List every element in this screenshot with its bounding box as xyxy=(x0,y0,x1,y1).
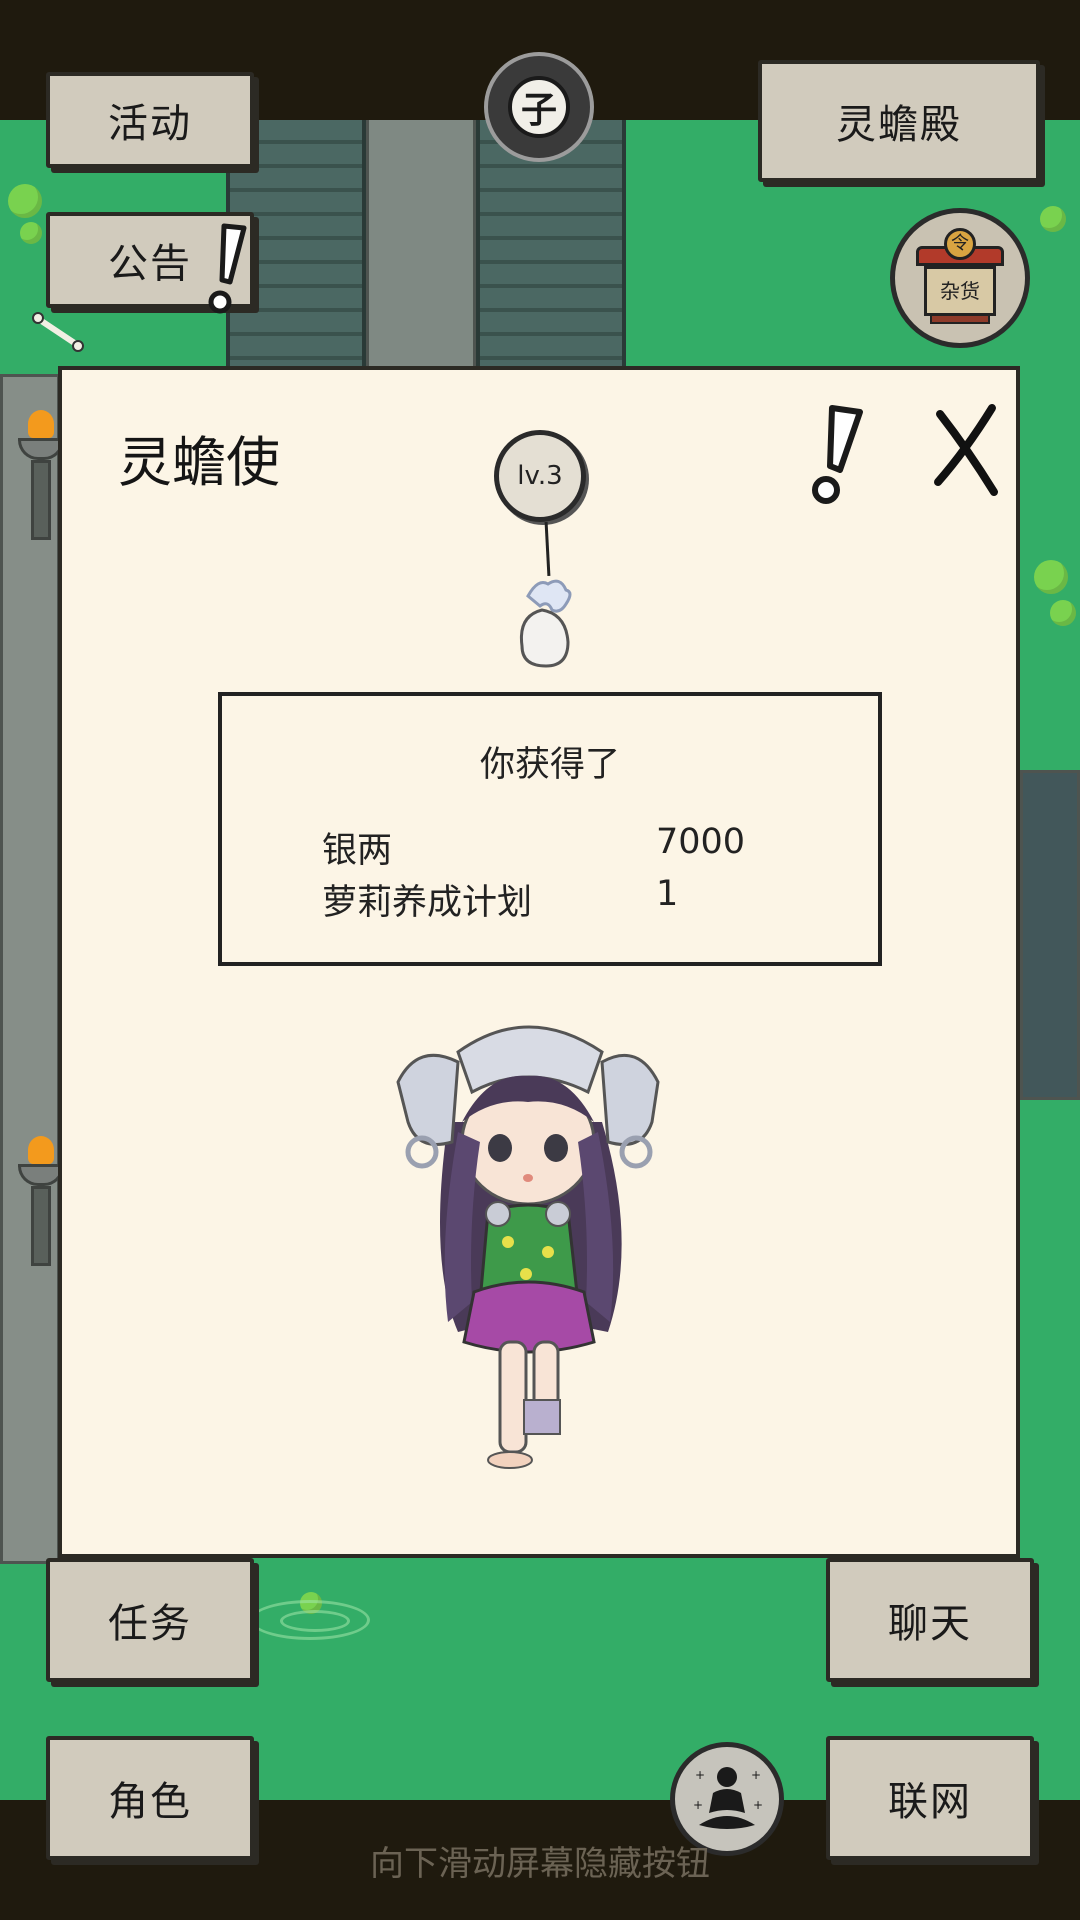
pond-blob xyxy=(20,222,42,244)
shop-sign: 杂货 xyxy=(924,266,996,316)
badge-string xyxy=(544,521,551,577)
exclamation-icon xyxy=(208,223,247,314)
time-symbol: 子 xyxy=(508,76,570,138)
reward-qty: 7000 xyxy=(656,822,746,862)
hide-buttons-hint: 向下滑动屏幕隐藏按钮 xyxy=(370,1844,710,1884)
dialog-title: 灵蟾使 xyxy=(118,431,280,494)
exclamation-icon[interactable] xyxy=(810,400,866,510)
meditate-figure: + + + + xyxy=(693,1767,763,1829)
close-icon[interactable] xyxy=(932,400,1002,500)
pouch-icon xyxy=(519,579,572,668)
reward-qty: 1 xyxy=(656,874,679,914)
right-gate xyxy=(1020,770,1080,1100)
reward-row: 银两 7000 xyxy=(322,822,818,872)
task-button[interactable]: 任务 xyxy=(46,1558,254,1682)
stair-center-ramp xyxy=(366,120,476,370)
bone-icon xyxy=(32,312,84,352)
reward-heading: 你获得了 xyxy=(479,745,620,785)
reward-name: 银两 xyxy=(322,831,393,871)
time-dial-icon[interactable]: 子 xyxy=(484,52,594,162)
svg-text:+: + xyxy=(751,1768,761,1782)
chat-button[interactable]: 聊天 xyxy=(826,1558,1034,1682)
pond-blob xyxy=(1050,600,1076,626)
left-wall xyxy=(0,374,60,1564)
svg-text:+: + xyxy=(693,1798,703,1812)
reward-row: 萝莉养成计划 1 xyxy=(322,874,818,924)
svg-text:+: + xyxy=(695,1768,705,1782)
reward-box: 你获得了 银两 7000 萝莉养成计划 1 xyxy=(218,692,882,966)
activity-button[interactable]: 活动 xyxy=(46,72,254,168)
reward-name: 萝莉养成计划 xyxy=(322,883,533,923)
pond-blob xyxy=(1034,560,1068,594)
reward-dialog: 灵蟾使 lv.3 你获得了 银两 7000 萝莉养成计划 1 xyxy=(58,366,1020,1558)
character-portrait xyxy=(396,1025,660,1469)
hall-button[interactable]: 灵蟾殿 xyxy=(758,60,1040,182)
level-badge-icon: lv.3 xyxy=(494,430,586,522)
pond-blob xyxy=(1040,206,1066,232)
shop-icon[interactable]: 令 杂货 xyxy=(890,208,1030,348)
svg-text:+: + xyxy=(753,1798,763,1812)
shop-sign-top: 令 xyxy=(944,228,976,260)
pond-blob xyxy=(8,184,42,218)
pond-ripple xyxy=(280,1610,350,1632)
